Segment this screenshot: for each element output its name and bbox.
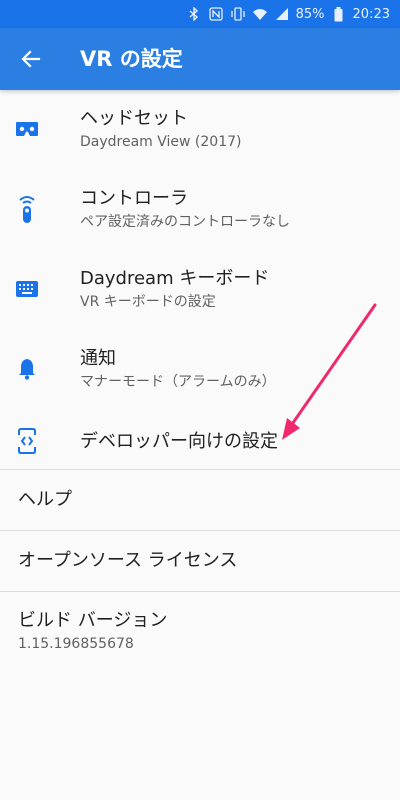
controller-icon	[12, 194, 42, 224]
setting-keyboard[interactable]: Daydream キーボード VR キーボードの設定	[0, 250, 400, 330]
setting-build-version[interactable]: ビルド バージョン 1.15.196855678	[0, 592, 400, 670]
status-bar: 85% 20:23	[0, 0, 400, 28]
build-value: 1.15.196855678	[18, 636, 134, 652]
vibrate-icon	[230, 6, 246, 22]
status-icons: 85% 20:23	[186, 4, 390, 24]
notifications-title: 通知	[80, 348, 116, 369]
headset-title: ヘッドセット	[80, 108, 188, 129]
notifications-subtitle: マナーモード（アラームのみ）	[80, 374, 276, 390]
developer-icon	[12, 426, 42, 456]
setting-notifications[interactable]: 通知 マナーモード（アラームのみ）	[0, 330, 400, 410]
clock: 20:23	[352, 6, 390, 22]
nfc-icon	[208, 6, 224, 22]
keyboard-icon	[12, 274, 42, 304]
headset-subtitle: Daydream View (2017)	[80, 134, 242, 150]
licenses-title: オープンソース ライセンス	[18, 550, 238, 571]
bell-icon	[12, 354, 42, 384]
setting-developer[interactable]: デベロッパー向けの設定	[0, 410, 400, 478]
setting-help[interactable]: ヘルプ	[0, 470, 400, 530]
keyboard-subtitle: VR キーボードの設定	[80, 294, 216, 310]
page-title: VR の設定	[80, 47, 183, 71]
controller-title: コントローラ	[80, 188, 188, 209]
build-title: ビルド バージョン	[18, 610, 168, 631]
keyboard-title: Daydream キーボード	[80, 268, 270, 289]
wifi-icon	[252, 6, 268, 22]
battery-percent: 85%	[295, 6, 325, 22]
app-bar: VR の設定	[0, 28, 400, 90]
bluetooth-icon	[186, 6, 202, 22]
developer-title: デベロッパー向けの設定	[80, 431, 278, 452]
signal-icon	[274, 6, 290, 22]
arrow-back-icon	[21, 50, 41, 68]
setting-licenses[interactable]: オープンソース ライセンス	[0, 531, 400, 591]
vr-headset-icon	[12, 114, 42, 144]
controller-subtitle: ペア設定済みのコントローラなし	[80, 214, 290, 230]
back-button[interactable]	[16, 44, 46, 74]
help-title: ヘルプ	[18, 489, 72, 510]
battery-icon	[331, 6, 347, 22]
setting-headset[interactable]: ヘッドセット Daydream View (2017)	[0, 90, 400, 170]
setting-controller[interactable]: コントローラ ペア設定済みのコントローラなし	[0, 170, 400, 250]
